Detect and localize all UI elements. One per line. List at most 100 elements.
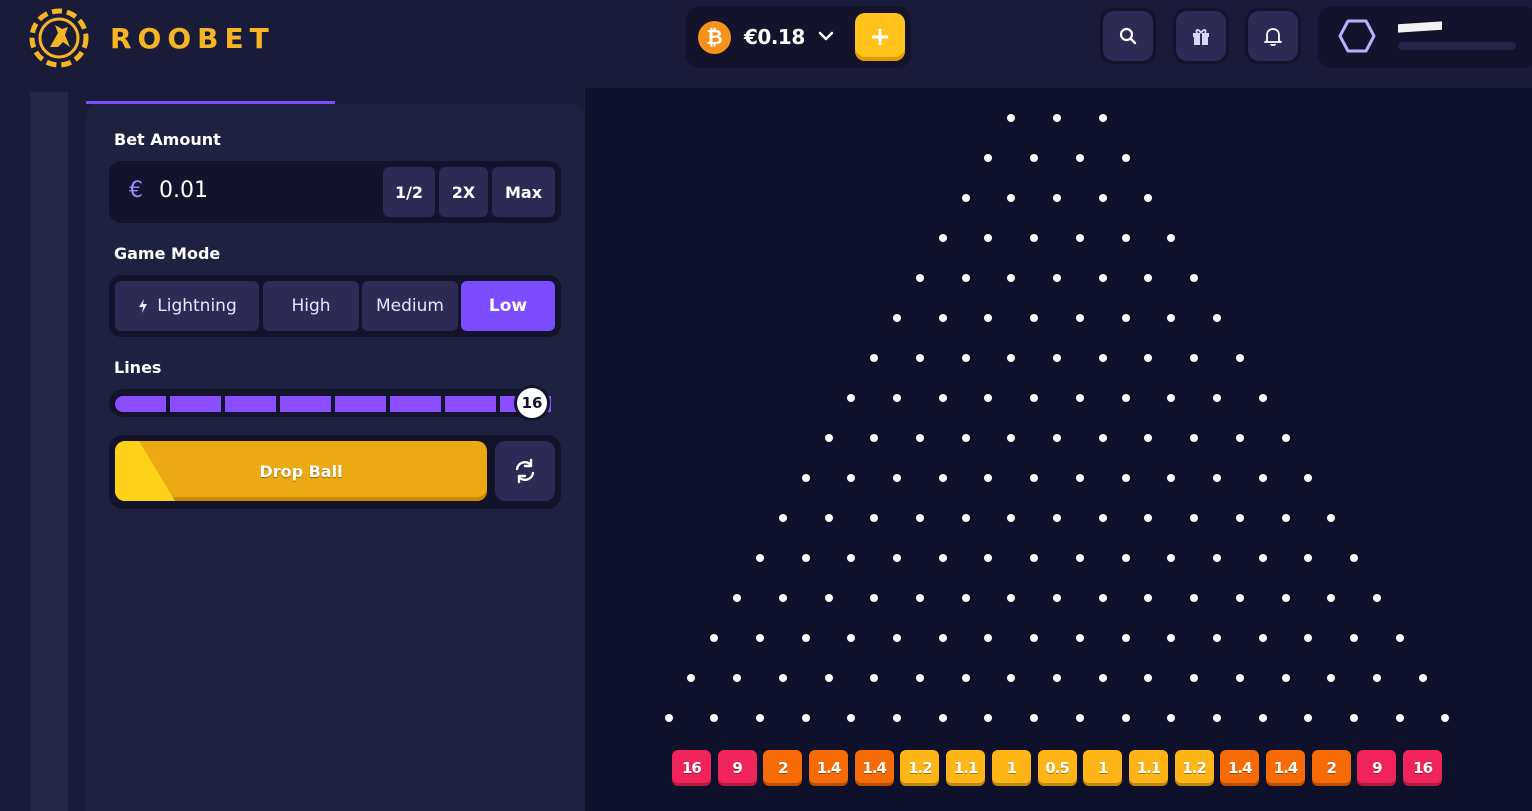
plinko-peg xyxy=(1235,434,1244,442)
mode-medium-button[interactable]: Medium xyxy=(362,281,458,331)
plinko-peg xyxy=(1235,594,1244,602)
plinko-peg xyxy=(870,514,879,522)
drop-ball-button[interactable]: Drop Ball xyxy=(115,441,487,501)
plinko-peg xyxy=(1281,514,1290,522)
plinko-peg xyxy=(1212,554,1221,562)
username-redacted xyxy=(1398,21,1442,33)
plinko-peg xyxy=(915,354,924,362)
plinko-peg xyxy=(1167,634,1176,642)
plinko-peg xyxy=(1350,554,1359,562)
bet-amount-input[interactable]: 0.01 xyxy=(159,178,208,203)
plinko-peg xyxy=(1030,394,1039,402)
plinko-peg xyxy=(1030,714,1039,722)
plinko-peg xyxy=(984,474,993,482)
plinko-peg xyxy=(664,714,673,722)
lines-slider-segment xyxy=(445,396,496,412)
plinko-peg xyxy=(1030,554,1039,562)
double-bet-button[interactable]: 2X xyxy=(439,167,488,217)
plinko-peg xyxy=(1075,234,1084,242)
plinko-peg xyxy=(1121,314,1130,322)
max-bet-button[interactable]: Max xyxy=(492,167,555,217)
plinko-peg xyxy=(1167,314,1176,322)
plinko-peg xyxy=(1144,194,1153,202)
search-button[interactable] xyxy=(1100,8,1156,64)
plinko-peg xyxy=(824,674,833,682)
lines-slider[interactable] xyxy=(109,389,551,417)
panel-tab-indicator xyxy=(86,101,335,104)
multiplier-bucket: 1.4 xyxy=(854,750,894,786)
plinko-peg xyxy=(778,594,787,602)
plinko-peg xyxy=(1212,634,1221,642)
deposit-button[interactable]: + xyxy=(855,13,905,61)
lines-slider-handle[interactable]: 16 xyxy=(514,385,550,421)
plinko-peg xyxy=(893,634,902,642)
plinko-peg xyxy=(915,434,924,442)
plinko-peg xyxy=(870,354,879,362)
plinko-peg xyxy=(1258,634,1267,642)
plinko-peg xyxy=(1212,394,1221,402)
plinko-peg xyxy=(1212,714,1221,722)
plinko-peg xyxy=(778,514,787,522)
plinko-peg xyxy=(1030,634,1039,642)
plinko-peg xyxy=(1350,634,1359,642)
plinko-peg xyxy=(1053,434,1061,442)
plinko-peg xyxy=(1144,514,1153,522)
plinko-peg xyxy=(1327,594,1336,602)
plinko-peg xyxy=(1098,514,1107,522)
plinko-peg xyxy=(1235,674,1244,682)
plinko-peg xyxy=(1144,594,1153,602)
plinko-peg xyxy=(961,674,970,682)
plinko-peg xyxy=(1098,354,1107,362)
multiplier-bucket: 1.1 xyxy=(946,750,986,786)
mode-low-button[interactable]: Low xyxy=(461,281,555,331)
mode-high-button[interactable]: High xyxy=(263,281,359,331)
plinko-peg xyxy=(1441,714,1450,722)
plinko-peg xyxy=(755,554,764,562)
plinko-peg xyxy=(1212,314,1221,322)
plinko-peg xyxy=(984,154,993,162)
plinko-peg xyxy=(1007,194,1016,202)
plinko-peg xyxy=(801,474,810,482)
plinko-peg xyxy=(1372,594,1381,602)
lines-slider-segment xyxy=(390,396,441,412)
plinko-peg xyxy=(915,674,924,682)
notifications-button[interactable] xyxy=(1245,8,1301,64)
multiplier-bucket: 9 xyxy=(717,750,757,786)
game-mode-selector: Lightning High Medium Low xyxy=(109,275,561,337)
plinko-peg xyxy=(1030,154,1039,162)
plinko-peg xyxy=(984,554,993,562)
plinko-peg xyxy=(1418,674,1427,682)
plinko-peg xyxy=(1144,674,1153,682)
drop-controls: Drop Ball xyxy=(109,435,561,509)
plinko-peg xyxy=(1075,394,1084,402)
brand-logo[interactable]: ROOBET xyxy=(28,8,275,68)
mode-lightning-button[interactable]: Lightning xyxy=(115,281,259,331)
plinko-peg xyxy=(984,314,993,322)
page-gutter xyxy=(0,88,30,811)
plinko-peg xyxy=(755,714,764,722)
bet-amount-field[interactable]: € 0.01 1/2 2X Max xyxy=(109,161,561,223)
half-bet-button[interactable]: 1/2 xyxy=(383,167,435,217)
plinko-peg xyxy=(1053,114,1061,122)
plinko-peg xyxy=(1281,434,1290,442)
plinko-peg xyxy=(1098,674,1107,682)
plinko-peg xyxy=(938,394,947,402)
plinko-peg xyxy=(1007,274,1016,282)
wallet-selector[interactable]: ₿ €0.18 + xyxy=(686,6,911,68)
plinko-peg xyxy=(893,554,902,562)
rewards-button[interactable] xyxy=(1173,8,1229,64)
chevron-down-icon[interactable] xyxy=(816,26,836,46)
plinko-peg xyxy=(1190,514,1199,522)
plinko-peg xyxy=(1030,474,1039,482)
plinko-peg xyxy=(733,594,742,602)
plinko-peg xyxy=(938,714,947,722)
plinko-peg xyxy=(1327,674,1336,682)
plinko-peg xyxy=(1007,594,1016,602)
plinko-peg xyxy=(1098,194,1107,202)
auto-bet-button[interactable] xyxy=(495,441,555,501)
multiplier-bucket: 1.4 xyxy=(1220,750,1260,786)
profile-menu[interactable] xyxy=(1318,6,1532,68)
plinko-peg xyxy=(961,434,970,442)
plinko-peg xyxy=(1007,674,1016,682)
plinko-peg xyxy=(824,514,833,522)
